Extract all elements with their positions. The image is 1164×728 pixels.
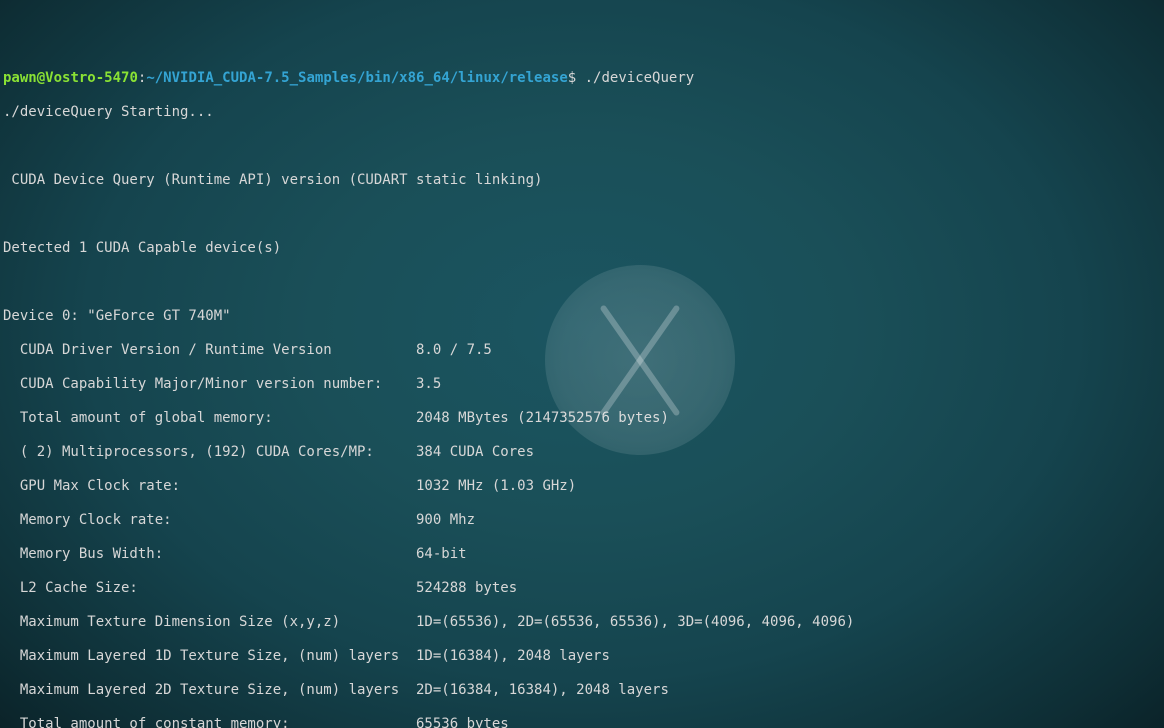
output-line: CUDA Capability Major/Minor version numb… (3, 376, 1161, 393)
output-line: Total amount of constant memory: 65536 b… (3, 716, 1161, 728)
prompt-user: pawn (3, 70, 37, 86)
prompt-path: ~/NVIDIA_CUDA-7.5_Samples/bin/x86_64/lin… (146, 70, 567, 86)
output-line: GPU Max Clock rate: 1032 MHz (1.03 GHz) (3, 478, 1161, 495)
prompt-dollar: $ (568, 70, 576, 86)
output-line: Device 0: "GeForce GT 740M" (3, 308, 1161, 325)
output-blank (3, 206, 1161, 223)
output-line: ( 2) Multiprocessors, (192) CUDA Cores/M… (3, 444, 1161, 461)
output-line: Maximum Layered 2D Texture Size, (num) l… (3, 682, 1161, 699)
prompt-line-1: pawn@Vostro-5470:~/NVIDIA_CUDA-7.5_Sampl… (3, 70, 1161, 87)
prompt-host: Vostro-5470 (45, 70, 138, 86)
output-line: Maximum Texture Dimension Size (x,y,z) 1… (3, 614, 1161, 631)
output-line: Memory Clock rate: 900 Mhz (3, 512, 1161, 529)
output-line: Memory Bus Width: 64-bit (3, 546, 1161, 563)
output-line: Detected 1 CUDA Capable device(s) (3, 240, 1161, 257)
output-line: L2 Cache Size: 524288 bytes (3, 580, 1161, 597)
output-blank (3, 138, 1161, 155)
output-blank (3, 274, 1161, 291)
command-text: ./deviceQuery (585, 70, 695, 86)
terminal[interactable]: pawn@Vostro-5470:~/NVIDIA_CUDA-7.5_Sampl… (0, 0, 1164, 728)
output-line: Maximum Layered 1D Texture Size, (num) l… (3, 648, 1161, 665)
output-line: CUDA Device Query (Runtime API) version … (3, 172, 1161, 189)
prompt-at: @ (37, 70, 45, 86)
output-line: Total amount of global memory: 2048 MByt… (3, 410, 1161, 427)
output-line: CUDA Driver Version / Runtime Version 8.… (3, 342, 1161, 359)
output-line: ./deviceQuery Starting... (3, 104, 1161, 121)
